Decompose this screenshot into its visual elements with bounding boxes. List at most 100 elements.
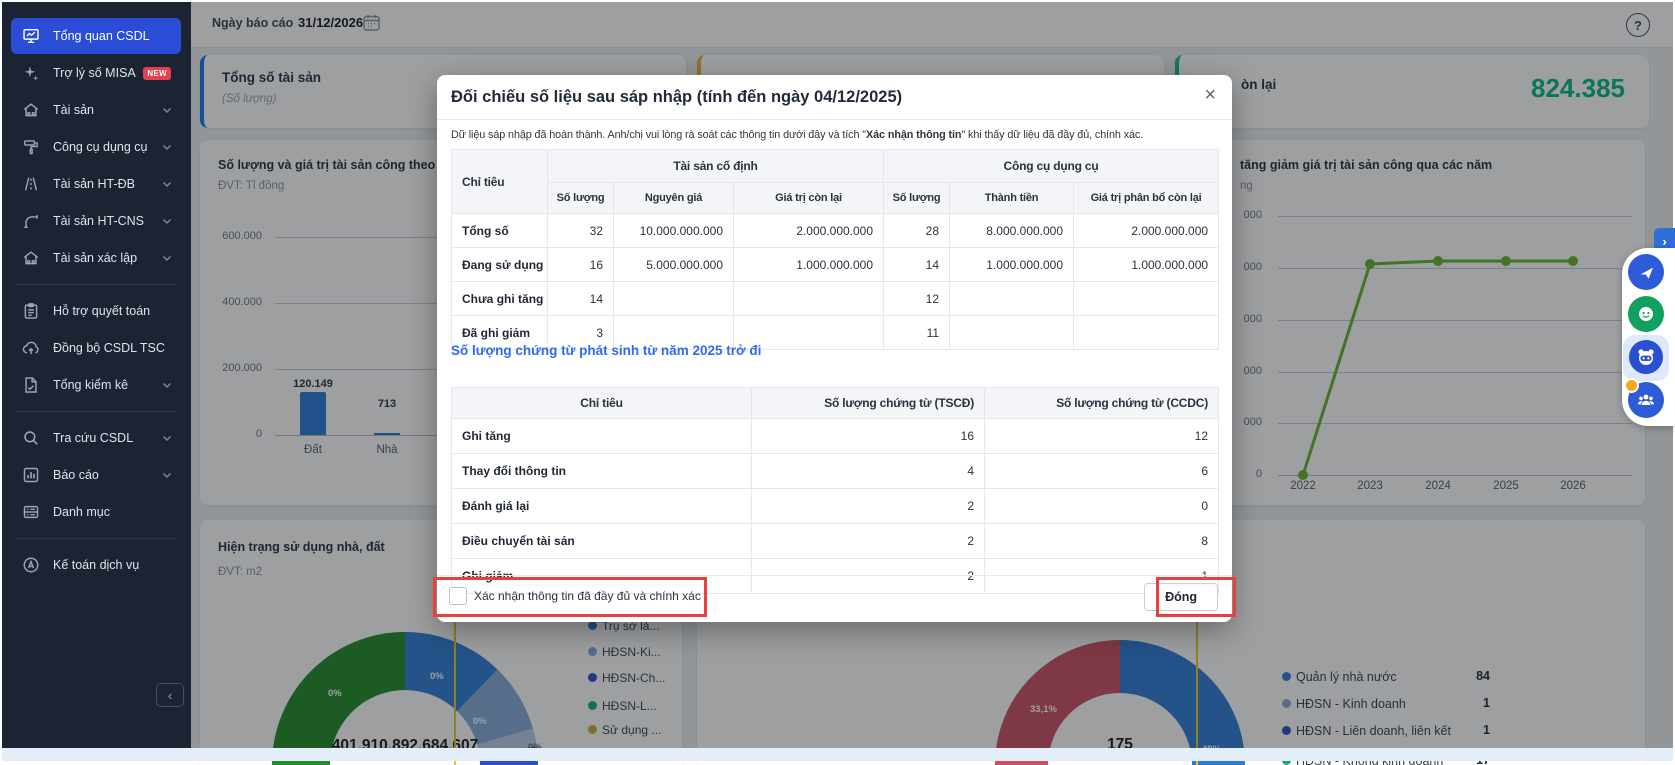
sidebar-item-tong-kiem-ke[interactable]: Tổng kiểm kê [11,367,181,403]
chevron-down-icon [161,141,173,153]
cell [1074,316,1219,350]
bar-chart-icon [22,466,40,484]
column-header: Số lượng chứng từ (TSCĐ) [752,388,985,419]
sidebar: Tổng quan CSDL Trợ lý số MISA AVA NEW Tà… [2,2,191,748]
asset-house-icon [22,101,40,119]
cell: 11 [884,316,950,350]
annotation-box-checkbox [433,577,707,617]
dashboard-icon [22,27,40,45]
cell [614,282,734,316]
table-row: Điều chuyển tài sản 2 8 [452,524,1219,559]
sidebar-item-label: Kế toán dịch vụ [53,558,139,572]
sidebar-item-misa-ava[interactable]: Trợ lý số MISA AVA NEW [11,55,181,91]
row-label: Điều chuyển tài sản [452,524,752,559]
cell: 0 [985,489,1219,524]
cell: 2.000.000.000 [1074,214,1219,248]
documents-count-table: Chỉ tiêu Số lượng chứng từ (TSCĐ) Số lượ… [451,387,1219,594]
sidebar-item-tai-san-ht-db[interactable]: Tài sản HT-ĐB [11,166,181,202]
sidebar-item-dong-bo-csdl-tsc[interactable]: Đồng bộ CSDL TSC [11,330,181,366]
sidebar-item-label: Báo cáo [53,468,99,482]
sidebar-item-label: Danh mục [53,505,110,519]
pipe-icon [22,212,40,230]
notification-dot [1624,378,1639,393]
clipboard-icon [22,302,40,320]
divider [437,119,1232,120]
cell: 16 [752,419,985,454]
community-icon [1636,390,1656,410]
cell: 14 [548,282,614,316]
chevron-down-icon [161,178,173,190]
sub-header: Nguyên giá [614,183,734,214]
column-header: Chỉ tiêu [452,388,752,419]
cell: 8.000.000.000 [950,214,1074,248]
cell: 1.000.000.000 [734,248,884,282]
chevron-down-icon [161,469,173,481]
sub-header: Số lượng [548,183,614,214]
sidebar-item-label: Tổng quan CSDL [53,29,150,43]
sparkle-icon [22,64,40,82]
cell: 2 [752,524,985,559]
close-icon[interactable]: × [1204,85,1216,105]
sidebar-item-bao-cao[interactable]: Báo cáo [11,457,181,493]
cell: 5.000.000.000 [614,248,734,282]
group-header-ccdc: Công cụ dụng cụ [884,150,1219,183]
column-header: Chỉ tiêu [452,150,548,214]
cell: 12 [884,282,950,316]
chat-button[interactable] [1628,296,1664,332]
cell: 28 [884,214,950,248]
sidebar-item-tra-cuu-csdl[interactable]: Tra cứu CSDL [11,420,181,456]
chat-icon [1635,303,1657,325]
description-suffix: " khi thấy dữ liệu đã đầy đủ, chính xác. [961,129,1143,141]
cell: 1.000.000.000 [1074,248,1219,282]
sidebar-item-tai-san-ht-cns[interactable]: Tài sản HT-CNS [11,203,181,239]
dialog-description: Dữ liệu sáp nhập đã hoàn thành. Anh/chị … [451,129,1143,141]
horizontal-scrollbar-track[interactable] [2,748,1673,761]
cell: 4 [752,454,985,489]
table-row: Thay đổi thông tin 4 6 [452,454,1219,489]
sidebar-item-label: Trợ lý số MISA AVA [53,66,137,80]
chevron-down-icon [161,432,173,444]
sidebar-item-ke-toan-dich-vu[interactable]: Kế toán dịch vụ [11,547,181,583]
paint-roller-icon [22,138,40,156]
app-window: Ngày báo cáo 31/12/2026 ? Tổng số tài sả… [0,0,1675,765]
table-row: Ghi tăng 16 12 [452,419,1219,454]
assistant-panda-icon [1635,346,1657,368]
assistant-panda-button[interactable] [1629,340,1663,374]
cell: 6 [985,454,1219,489]
sidebar-item-label: Tài sản xác lập [53,251,137,265]
sidebar-item-tong-quan-csdl[interactable]: Tổng quan CSDL [11,18,181,54]
row-label: Chưa ghi tăng [452,282,548,316]
cell: 32 [548,214,614,248]
list-icon [22,503,40,521]
cell [734,282,884,316]
sub-header: Giá trị phân bổ còn lại [1074,183,1219,214]
cell: 2 [752,489,985,524]
group-header-tscd: Tài sản cố định [548,150,884,183]
cell: 8 [985,524,1219,559]
sidebar-item-danh-muc[interactable]: Danh mục [11,494,181,530]
cell [950,282,1074,316]
description-prefix: Dữ liệu sáp nhập đã hoàn thành. Anh/chị … [451,129,866,141]
row-label: Thay đổi thông tin [452,454,752,489]
cell: 2.000.000.000 [734,214,884,248]
cloud-sync-icon [22,339,40,357]
cell [1074,282,1219,316]
row-label: Tổng số [452,214,548,248]
sidebar-divider [16,284,176,285]
dialog-title: Đối chiếu số liệu sau sáp nhập (tính đến… [451,88,902,107]
cell: 10.000.000.000 [614,214,734,248]
chevron-down-icon [161,215,173,227]
asset-house-icon [22,249,40,267]
cell: 12 [985,419,1219,454]
sidebar-collapse-button[interactable]: ‹ [156,683,184,707]
sidebar-item-tai-san-xac-lap[interactable]: Tài sản xác lập [11,240,181,276]
annotation-box-close-button [1156,577,1236,617]
megaphone-button[interactable] [1628,254,1664,290]
reconciliation-dialog: Đối chiếu số liệu sau sáp nhập (tính đến… [437,75,1232,622]
table-row: Đang sử dụng 16 5.000.000.000 1.000.000.… [452,248,1219,282]
sidebar-item-cong-cu-dung-cu[interactable]: Công cụ dụng cụ [11,129,181,165]
cell: 16 [548,248,614,282]
sidebar-item-tai-san[interactable]: Tài sản [11,92,181,128]
table-row: Tổng số 32 10.000.000.000 2.000.000.000 … [452,214,1219,248]
sidebar-item-ho-tro-quyet-toan[interactable]: Hỗ trợ quyết toán [11,293,181,329]
